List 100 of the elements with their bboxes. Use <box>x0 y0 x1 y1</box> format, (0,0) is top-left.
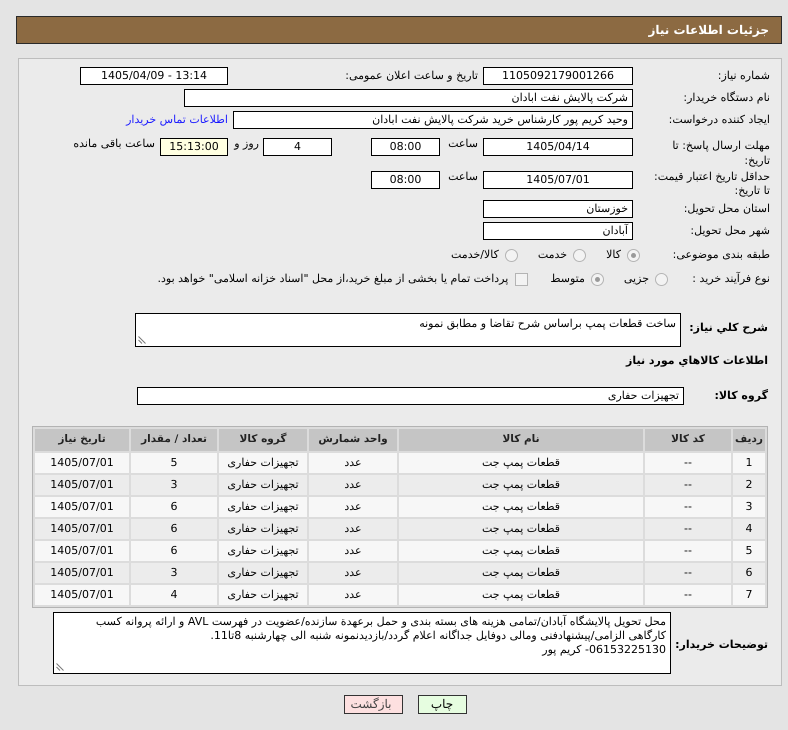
table-cell: قطعات پمپ جت <box>399 497 643 517</box>
field-label: شهر محل تحویل: <box>690 223 770 239</box>
radio-label: کالا <box>606 247 621 263</box>
time-field[interactable]: 08:00 <box>371 138 440 156</box>
radio-button[interactable] <box>627 248 640 262</box>
radio-label: جزیی <box>624 271 649 287</box>
table-cell: 1405/07/01 <box>35 519 129 539</box>
table-cell: قطعات پمپ جت <box>399 453 643 473</box>
date-field[interactable]: 1405/04/14 <box>483 138 633 156</box>
requester-field[interactable]: وحید کریم پور کارشناس خرید شرکت پالایش نفت ابادان <box>233 111 633 129</box>
column-header: نام کالا <box>399 429 643 451</box>
field-label: روز و <box>234 136 259 152</box>
table-cell: -- <box>645 453 731 473</box>
field-label: حداقل تاریخ اعتبار قیمت: تا تاریخ: <box>653 170 770 198</box>
table-cell: 7 <box>733 585 765 605</box>
contact-link[interactable]: اطلاعات تماس خریدار <box>126 112 228 128</box>
table-cell: 1405/07/01 <box>35 453 129 473</box>
table-cell: 1405/07/01 <box>35 541 129 561</box>
date-field[interactable]: 1405/07/01 <box>483 171 633 189</box>
table-cell: عدد <box>309 497 397 517</box>
table-cell: تجهیزات حفاری <box>219 563 307 583</box>
table-cell: قطعات پمپ جت <box>399 563 643 583</box>
table-cell: 1 <box>733 453 765 473</box>
field-label: ایجاد کننده درخواست: <box>668 112 770 128</box>
radio-label: کالا/خدمت <box>451 247 499 263</box>
table-cell: 1405/07/01 <box>35 563 129 583</box>
table-cell: عدد <box>309 453 397 473</box>
field-label: ساعت <box>448 136 478 152</box>
field-label: مهلت ارسال پاسخ: تا تاریخ: <box>671 138 770 168</box>
table-cell: عدد <box>309 541 397 561</box>
field-label: تاریخ و ساعت اعلان عمومی: <box>345 68 478 84</box>
field-label: توضیحات خریدار: <box>675 637 768 653</box>
province-field[interactable]: خوزستان <box>483 200 633 218</box>
city-field[interactable]: آبادان <box>483 222 633 240</box>
column-header: گروه کالا <box>219 429 307 451</box>
table-cell: 1405/07/01 <box>35 585 129 605</box>
table-cell: عدد <box>309 585 397 605</box>
table-cell: عدد <box>309 519 397 539</box>
time-field[interactable]: 08:00 <box>371 171 440 189</box>
field-label: نوع فرآیند خرید : <box>692 271 770 287</box>
table-cell: 3 <box>131 563 217 583</box>
radio-label: متوسط <box>550 271 585 287</box>
column-header: تعداد / مقدار <box>131 429 217 451</box>
table-cell: -- <box>645 475 731 495</box>
table-cell: تجهیزات حفاری <box>219 475 307 495</box>
table-cell: 4 <box>733 519 765 539</box>
goods-group-field[interactable]: تجهیزات حفاری <box>137 386 684 404</box>
table-cell: 6 <box>131 497 217 517</box>
table-cell: قطعات پمپ جت <box>399 519 643 539</box>
print-button[interactable]: چاپ <box>418 695 466 714</box>
checkbox-label: پرداخت تمام یا بخشی از مبلغ خرید،از محل "اسناد خزانه اسلامی" خواهد بود. <box>158 271 508 287</box>
table-cell: 1405/07/01 <box>35 497 129 517</box>
table-cell: 5 <box>733 541 765 561</box>
field-label: استان محل تحویل: <box>684 201 770 217</box>
table-cell: قطعات پمپ جت <box>399 541 643 561</box>
table-cell: 4 <box>131 585 217 605</box>
table-cell: -- <box>645 497 731 517</box>
table-cell: -- <box>645 519 731 539</box>
resize-handle-icon[interactable] <box>138 336 146 344</box>
need-number-field[interactable]: 1105092179001266 <box>483 67 633 85</box>
resize-handle-icon[interactable] <box>56 663 64 671</box>
table-cell: تجهیزات حفاری <box>219 519 307 539</box>
table-cell: تجهیزات حفاری <box>219 585 307 605</box>
field-label: شرح کلي نياز: <box>689 320 768 336</box>
column-header: واحد شمارش <box>309 429 397 451</box>
table-cell: 5 <box>131 453 217 473</box>
radio-button[interactable] <box>573 248 586 262</box>
radio-button[interactable] <box>590 272 604 286</box>
date-time-field[interactable]: 1405/04/09 - 13:14 <box>80 67 228 85</box>
field-label: گروه کالا: <box>714 388 768 404</box>
field-label: طبقه بندی موضوعی: <box>672 247 770 263</box>
table-cell: 3 <box>131 475 217 495</box>
buyer-org-field[interactable]: شرکت پالایش نفت ابادان <box>184 89 633 107</box>
table-cell: تجهیزات حفاری <box>219 541 307 561</box>
table-cell: تجهیزات حفاری <box>219 453 307 473</box>
table-cell: 3 <box>733 497 765 517</box>
field-label: ساعت باقی مانده <box>73 136 155 152</box>
remaining-time-field[interactable]: 15:13:00 <box>160 138 228 156</box>
field-label: نام دستگاه خریدار: <box>683 90 770 106</box>
section-title: اطلاعات کالاهاي مورد نياز <box>626 353 768 369</box>
radio-label: خدمت <box>538 247 568 263</box>
field-label: ساعت <box>448 169 478 185</box>
table-cell: 2 <box>733 475 765 495</box>
table-cell: 6 <box>131 541 217 561</box>
table-cell: عدد <box>309 475 397 495</box>
column-header: تاریخ نیاز <box>35 429 129 451</box>
radio-button[interactable] <box>504 248 518 262</box>
table-cell: -- <box>645 541 731 561</box>
table-cell: 6 <box>131 519 217 539</box>
table-cell: -- <box>645 563 731 583</box>
back-button[interactable]: بازگشت <box>344 695 402 714</box>
column-header: کد کالا <box>645 429 731 451</box>
notes-field[interactable]: محل تحویل پالایشگاه آبادان/تمامی هزینه های بسته بندی و حمل برعهدة سازنده/عضویت در فهرست AVL و ارائه پروانه کسب کارگاهی الزامی/پیشنهادفنی ومالی دوفایل جداگانه اعلام گردد/بازدیدنمونه شنبه الی چهارشنبه 8تا11. 06153225130- کریم پور <box>53 612 671 674</box>
table-cell: 6 <box>733 563 765 583</box>
description-field[interactable]: ساخت قطعات پمپ براساس شرح تقاضا و مطابق نمونه <box>135 313 681 347</box>
page-title: جزئیات اطلاعات نیاز <box>648 22 769 39</box>
field-label: شماره نیاز: <box>718 68 770 84</box>
radio-button[interactable] <box>655 272 668 286</box>
checkbox[interactable] <box>515 272 528 286</box>
days-field[interactable]: 4 <box>263 138 332 156</box>
